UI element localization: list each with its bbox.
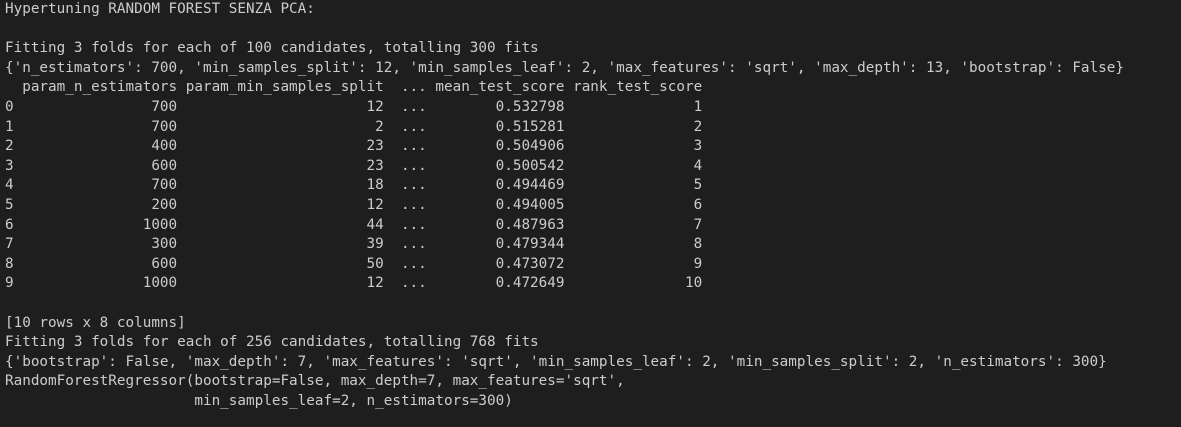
output-line-fitting-info: Fitting 3 folds for each of 256 candidat…: [5, 334, 539, 351]
output-line-estimator-continued: min_samples_leaf=2, n_estimators=300): [5, 392, 513, 409]
table-row: 1 700 2 ... 0.515281 2: [5, 118, 703, 135]
table-header: param_n_estimators param_min_samples_spl…: [5, 79, 703, 96]
table-row: 3 600 23 ... 0.500542 4: [5, 157, 703, 174]
table-row: 2 400 23 ... 0.504906 3: [5, 138, 703, 155]
output-line-blank: [5, 20, 1181, 40]
table-row: 5 200 12 ... 0.494005 6: [5, 196, 703, 213]
table-shape-info: [10 rows x 8 columns]: [5, 314, 186, 331]
output-line-title: Hypertuning RANDOM FOREST SENZA PCA:: [5, 1, 315, 17]
output-line-best-params: {'bootstrap': False, 'max_depth': 7, 'ma…: [5, 353, 1107, 370]
output-line-blank: [5, 294, 1181, 314]
output-line-fitting-info: Fitting 3 folds for each of 100 candidat…: [5, 40, 539, 57]
table-row: 9 1000 12 ... 0.472649 10: [5, 275, 703, 292]
table-row: 0 700 12 ... 0.532798 1: [5, 98, 703, 115]
output-line-best-params: {'n_estimators': 700, 'min_samples_split…: [5, 59, 1124, 76]
table-row: 6 1000 44 ... 0.487963 7: [5, 216, 703, 233]
terminal-output[interactable]: Hypertuning RANDOM FOREST SENZA PCA: Fit…: [0, 0, 1181, 427]
output-line-estimator: RandomForestRegressor(bootstrap=False, m…: [5, 373, 625, 390]
table-row: 7 300 39 ... 0.479344 8: [5, 236, 703, 253]
table-row: 4 700 18 ... 0.494469 5: [5, 177, 703, 194]
table-row: 8 600 50 ... 0.473072 9: [5, 255, 703, 272]
